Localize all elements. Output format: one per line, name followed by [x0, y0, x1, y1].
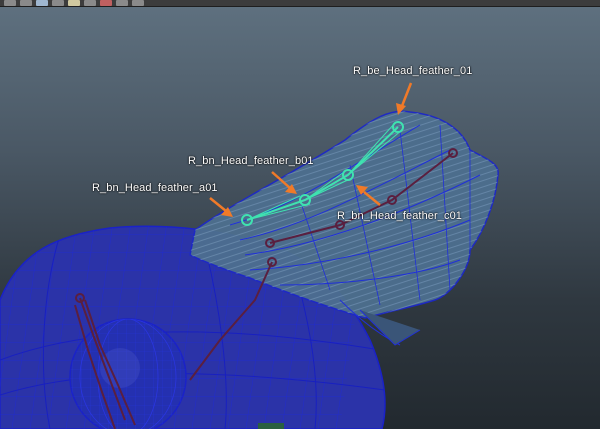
label-head-feather-b01: R_bn_Head_feather_b01 [188, 155, 314, 167]
label-head-feather-a01: R_bn_Head_feather_a01 [92, 182, 218, 194]
manipulator-handle[interactable] [258, 423, 284, 429]
3d-viewport[interactable]: R_be_Head_feather_01 R_bn_Head_feather_b… [0, 0, 600, 429]
scene-render[interactable] [0, 0, 600, 429]
arrow-be-01 [396, 82, 413, 115]
label-head-feather-be-01: R_be_Head_feather_01 [353, 65, 473, 77]
label-head-feather-c01: R_bn_Head_feather_c01 [337, 210, 463, 222]
